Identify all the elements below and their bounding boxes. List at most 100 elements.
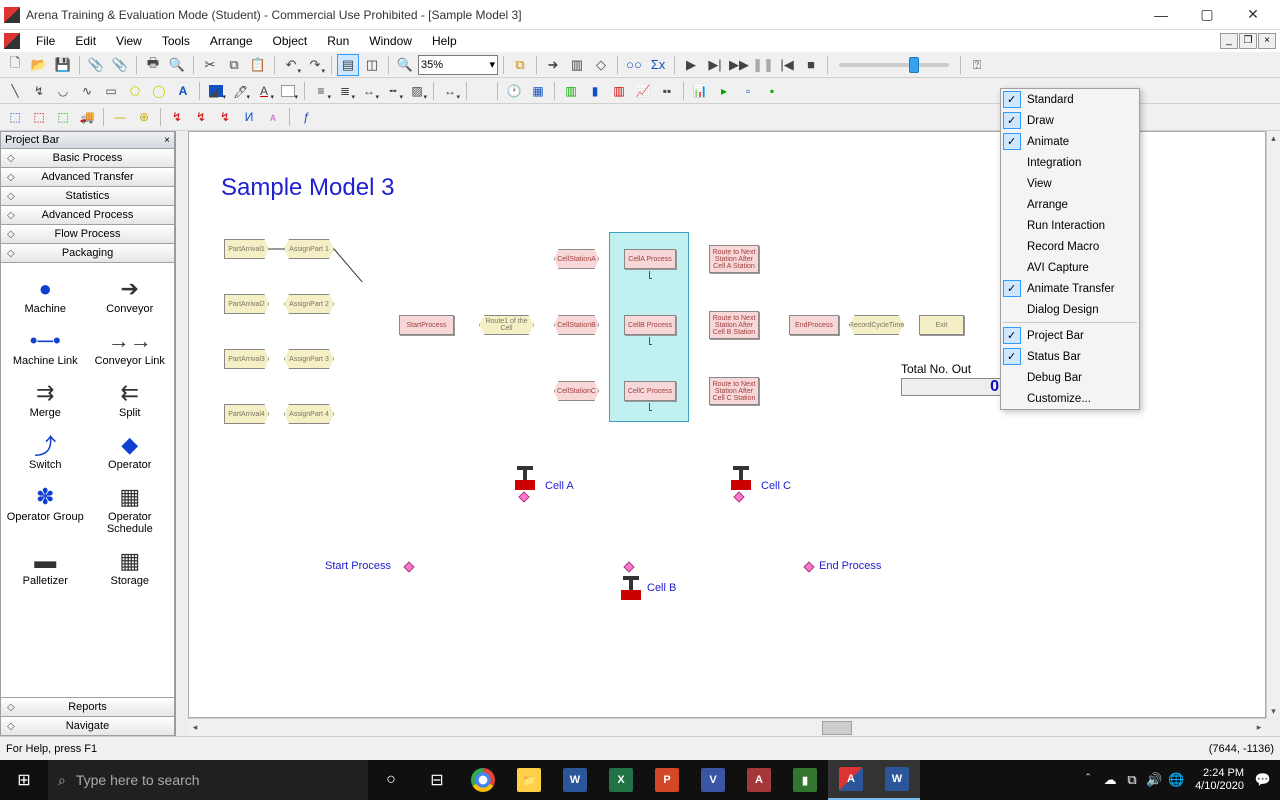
fill-color-icon[interactable]: ◢ <box>205 80 227 102</box>
word2-taskbar-icon[interactable]: W <box>874 760 920 800</box>
menu-view[interactable]: View <box>106 32 152 50</box>
tool-storage[interactable]: ▦Storage <box>88 541 173 593</box>
block-cell-station-1[interactable]: CellStationB <box>554 315 599 335</box>
ctx-record-macro[interactable]: Record Macro <box>1001 236 1139 257</box>
taskbar-search[interactable]: ⌕ Type here to search <box>48 760 368 800</box>
panel-basic-process[interactable]: Basic Process <box>0 149 175 168</box>
node-cell-c[interactable] <box>733 491 744 502</box>
line-pattern-icon[interactable]: ╍ <box>382 80 404 102</box>
tool-operator-schedule[interactable]: ▦Operator Schedule <box>88 477 173 541</box>
chrome-icon[interactable] <box>460 760 506 800</box>
powerpoint-icon[interactable]: P <box>644 760 690 800</box>
tray-chevron-icon[interactable]: ＾ <box>1077 771 1099 790</box>
block-exit[interactable]: Exit <box>919 315 964 335</box>
rect-tool-icon[interactable]: ▭ <box>100 80 122 102</box>
new-icon[interactable]: 🗋 <box>4 54 26 76</box>
fill-pattern-icon[interactable]: ▨ <box>406 80 428 102</box>
entity-anim-icon[interactable]: ▫ <box>737 80 759 102</box>
mdi-restore[interactable]: ❐ <box>1239 33 1257 49</box>
line-color-icon[interactable]: 🖊 <box>229 80 251 102</box>
block-start-process[interactable]: StartProcess <box>399 315 454 335</box>
submodel-in-icon[interactable]: ➜ <box>542 54 564 76</box>
tool-machine-link[interactable]: •─•Machine Link <box>3 321 88 373</box>
show-dim-icon[interactable]: ↔ <box>439 80 461 102</box>
block-assign-4[interactable]: AssignPart 4 <box>284 404 334 424</box>
menu-run[interactable]: Run <box>317 32 359 50</box>
block-cell-route-1[interactable]: Route to Next Station After Cell B Stati… <box>709 311 759 339</box>
panel-navigate[interactable]: Navigate <box>0 717 175 736</box>
step-icon[interactable]: ▶| <box>704 54 726 76</box>
detach-icon[interactable]: 📎 <box>109 54 131 76</box>
ctx-run-interaction[interactable]: Run Interaction <box>1001 215 1139 236</box>
block-cell-process-2[interactable]: CellC Process <box>624 381 676 401</box>
start-button[interactable]: ⊞ <box>0 760 48 800</box>
close-button[interactable]: ✕ <box>1230 1 1276 29</box>
ellipse-tool-icon[interactable]: ◯ <box>148 80 170 102</box>
tool-merge[interactable]: ⇉Merge <box>3 373 88 425</box>
context-help-icon[interactable]: ⍰ <box>966 54 988 76</box>
block-cell-process-1[interactable]: CellB Process <box>624 315 676 335</box>
line-width-icon[interactable]: ≡ <box>310 80 332 102</box>
mdi-close[interactable]: × <box>1258 33 1276 49</box>
global-anim-icon[interactable]: ▸ <box>713 80 735 102</box>
storage-icon[interactable]: ⬚ <box>4 106 26 128</box>
pause-icon[interactable]: ❚❚ <box>752 54 774 76</box>
tray-volume-icon[interactable]: 🔊 <box>1143 772 1165 788</box>
tool-conveyor[interactable]: ➔Conveyor <box>88 269 173 321</box>
tool-switch[interactable]: ⤴Switch <box>3 425 88 477</box>
text-color-icon[interactable]: A <box>253 80 275 102</box>
block-end-process[interactable]: EndProcess <box>789 315 839 335</box>
block-cell-station-0[interactable]: CellStationA <box>554 249 599 269</box>
panel-advanced-process[interactable]: Advanced Process <box>0 206 175 225</box>
paste-icon[interactable]: 📋 <box>247 54 269 76</box>
arena-taskbar-icon[interactable]: A <box>828 760 874 800</box>
magnify-icon[interactable]: 🔍 <box>394 54 416 76</box>
ctx-animate[interactable]: Animate <box>1001 131 1139 152</box>
toggle-layers-icon[interactable]: ▤ <box>337 54 359 76</box>
level-anim-icon[interactable]: ▮ <box>584 80 606 102</box>
menu-tools[interactable]: Tools <box>152 32 200 50</box>
fastfwd-icon[interactable]: ▶▶ <box>728 54 750 76</box>
date-anim-icon[interactable]: ▦ <box>527 80 549 102</box>
node-cell-a[interactable] <box>518 491 529 502</box>
polyline-tool-icon[interactable]: ↯ <box>28 80 50 102</box>
project-icon[interactable]: ▮ <box>782 760 828 800</box>
panel-reports[interactable]: Reports <box>0 698 175 717</box>
promote-path-icon[interactable]: ƒ <box>295 106 317 128</box>
maximize-button[interactable]: ▢ <box>1184 1 1230 29</box>
block-cell-process-0[interactable]: CellA Process <box>624 249 676 269</box>
sum-icon[interactable]: Σx <box>647 54 669 76</box>
bg-color-icon[interactable] <box>277 80 299 102</box>
menu-object[interactable]: Object <box>263 32 318 50</box>
block-cell-route-0[interactable]: Route to Next Station After Cell A Stati… <box>709 245 759 273</box>
stop-icon[interactable]: ■ <box>800 54 822 76</box>
access-icon[interactable]: A <box>736 760 782 800</box>
tool-operator[interactable]: ◆Operator <box>88 425 173 477</box>
block-assign-1[interactable]: AssignPart 1 <box>284 239 334 259</box>
split-view-icon[interactable]: ◫ <box>361 54 383 76</box>
tool-palletizer[interactable]: ▬Palletizer <box>3 541 88 593</box>
vertical-scrollbar[interactable]: ▴ ▾ <box>1266 131 1280 718</box>
seize-icon[interactable]: ⬚ <box>28 106 50 128</box>
save-icon[interactable]: 💾 <box>52 54 74 76</box>
block-arrival-4[interactable]: PartArrival4 <box>224 404 269 424</box>
speed-slider[interactable] <box>839 63 949 67</box>
zoom-select[interactable]: 35%▾ <box>418 55 498 75</box>
horizontal-scrollbar[interactable]: ◂ ▸ <box>188 718 1266 736</box>
menu-file[interactable]: File <box>26 32 65 50</box>
excel-icon[interactable]: X <box>598 760 644 800</box>
distance-icon[interactable]: ↯ <box>214 106 236 128</box>
word-icon[interactable]: W <box>552 760 598 800</box>
preview-icon[interactable]: 🔍 <box>166 54 188 76</box>
tray-dropbox-icon[interactable]: ⧉ <box>1121 772 1143 788</box>
panel-packaging[interactable]: Packaging <box>0 244 175 263</box>
tool-split[interactable]: ⇇Split <box>88 373 173 425</box>
undo-icon[interactable]: ↶ <box>280 54 302 76</box>
block-route-first-cell[interactable]: Route1 of the Cell <box>479 315 534 335</box>
task-view-icon[interactable]: ⊟ <box>414 760 460 800</box>
open-icon[interactable]: 📂 <box>28 54 50 76</box>
menu-arrange[interactable]: Arrange <box>200 32 263 50</box>
ctx-project-bar[interactable]: Project Bar <box>1001 325 1139 346</box>
node-cell-b[interactable] <box>623 561 634 572</box>
segment-icon[interactable]: ↯ <box>190 106 212 128</box>
